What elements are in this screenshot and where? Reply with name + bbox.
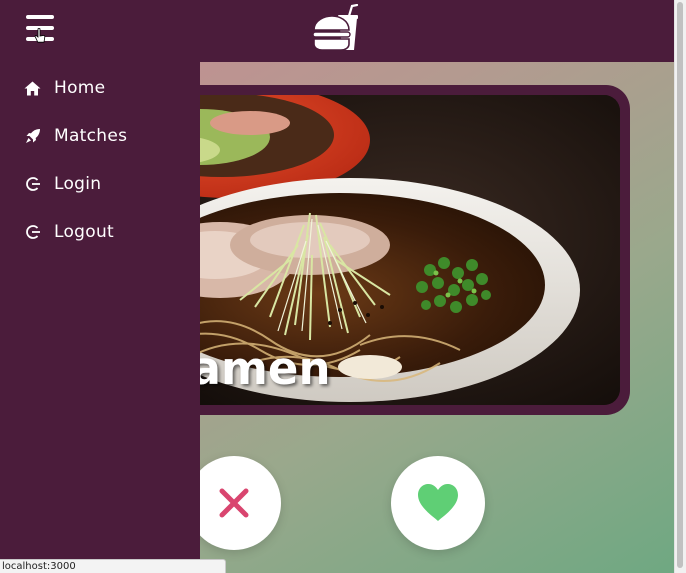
- login-icon: [24, 176, 41, 193]
- like-button[interactable]: [391, 456, 485, 550]
- home-icon: [24, 80, 41, 97]
- sidebar-item-label: Home: [54, 78, 106, 98]
- sidebar-item-label: Logout: [54, 222, 115, 242]
- burger-and-drink-icon: [312, 4, 359, 51]
- app-root: ki Ramen Home Matches Login Logout local…: [0, 0, 674, 573]
- close-icon: [219, 488, 249, 518]
- rocket-icon: [24, 128, 41, 145]
- dislike-button[interactable]: [187, 456, 281, 550]
- browser-status-url: localhost:3000: [0, 559, 226, 573]
- sidebar-item-label: Matches: [54, 126, 128, 146]
- sidebar-item-home[interactable]: Home: [0, 68, 200, 108]
- sidebar-item-matches[interactable]: Matches: [0, 116, 200, 156]
- sidebar-item-login[interactable]: Login: [0, 164, 200, 204]
- heart-icon: [418, 484, 458, 521]
- top-navbar: [0, 0, 674, 62]
- sidebar: Home Matches Login Logout: [0, 62, 200, 573]
- logout-icon: [24, 224, 41, 241]
- scrollbar-thumb[interactable]: [677, 2, 683, 568]
- sidebar-item-label: Login: [54, 174, 102, 194]
- hand-cursor-icon: [34, 28, 46, 43]
- sidebar-item-logout[interactable]: Logout: [0, 212, 200, 252]
